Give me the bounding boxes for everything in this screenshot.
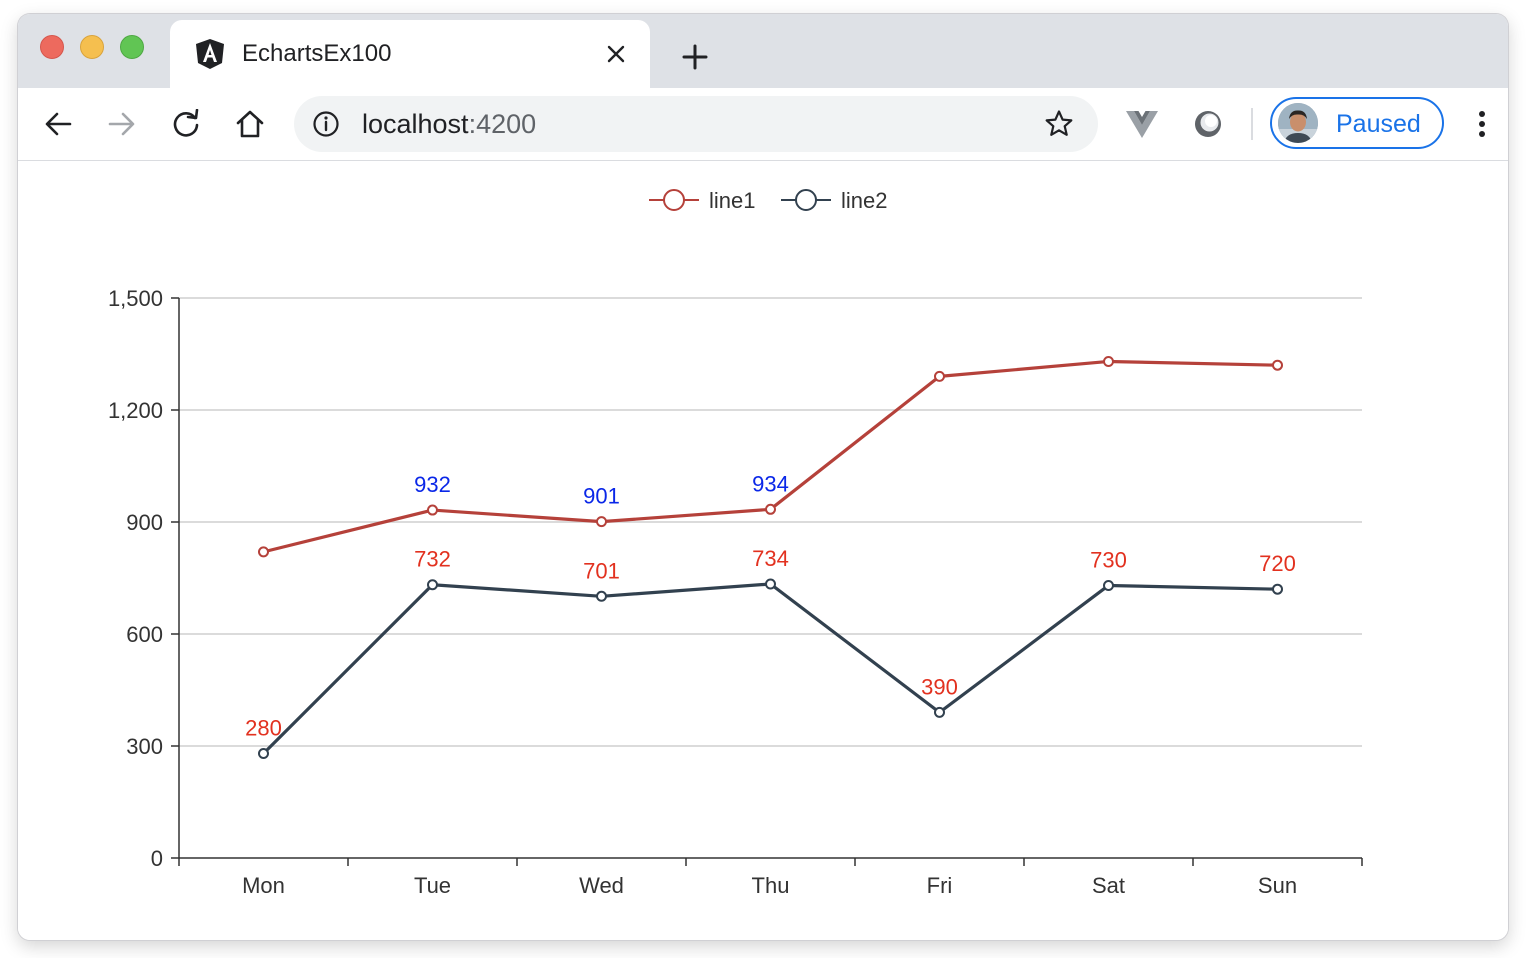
star-icon[interactable] xyxy=(1044,109,1074,139)
url-host: localhost xyxy=(362,109,469,139)
y-tick-label: 1,200 xyxy=(108,398,163,423)
x-tick-label: Thu xyxy=(752,873,790,898)
page-content: 0 300 600 900 1,200 1,500 Mon Tue Wed Thu Fri Sat Su… xyxy=(18,161,1508,940)
data-point-line1 xyxy=(1272,359,1283,371)
y-tick-label: 1,500 xyxy=(108,286,163,311)
arrow-right-icon[interactable] xyxy=(104,106,140,142)
browser-window: EchartsEx100 localhost:4200 Paused 0 300… xyxy=(18,14,1508,940)
data-label-line1: 934 xyxy=(752,471,789,496)
plus-icon[interactable] xyxy=(678,40,712,74)
x-tick-label: Wed xyxy=(579,873,624,898)
tab-title: EchartsEx100 xyxy=(242,40,392,67)
y-tick-label: 0 xyxy=(151,846,163,871)
browser-toolbar: localhost:4200 Paused xyxy=(18,88,1508,161)
window-close-button[interactable] xyxy=(40,35,64,59)
data-point-line2 xyxy=(1272,583,1283,595)
data-point-line1 xyxy=(427,504,438,516)
data-label-line2: 732 xyxy=(414,547,451,572)
angular-logo-icon xyxy=(194,38,226,70)
window-minimize-button[interactable] xyxy=(80,35,104,59)
close-icon[interactable] xyxy=(602,40,630,68)
kebab-menu-icon[interactable] xyxy=(1468,106,1496,142)
data-point-line2 xyxy=(765,578,776,590)
data-label-line2: 734 xyxy=(752,546,789,571)
data-label-line2: 730 xyxy=(1090,547,1127,572)
x-tick-label: Sat xyxy=(1092,873,1125,898)
tab-strip: EchartsEx100 xyxy=(18,14,1508,88)
profile-label: Paused xyxy=(1336,110,1421,138)
arrow-left-icon[interactable] xyxy=(40,106,76,142)
legend-marker-line2 xyxy=(795,189,817,211)
window-zoom-button[interactable] xyxy=(120,35,144,59)
data-point-line1 xyxy=(934,370,945,382)
data-point-line2 xyxy=(596,590,607,602)
y-tick-label: 900 xyxy=(126,510,163,535)
series-line-line1 xyxy=(263,359,1278,554)
x-tick-label: Fri xyxy=(927,873,953,898)
data-label-line1: 901 xyxy=(583,484,620,509)
data-point-line2 xyxy=(258,747,269,759)
toolbar-separator xyxy=(1251,108,1253,140)
extension-icon[interactable] xyxy=(1190,106,1226,142)
data-point-line2 xyxy=(1103,579,1114,591)
x-tick-label: Tue xyxy=(414,873,451,898)
data-point-line1 xyxy=(258,546,269,558)
data-point-line1 xyxy=(1103,355,1114,367)
avatar xyxy=(1278,103,1318,143)
browser-tab[interactable]: EchartsEx100 xyxy=(170,20,650,88)
x-tick-label: Mon xyxy=(242,873,285,898)
url-port: :4200 xyxy=(468,109,537,139)
data-point-line1 xyxy=(765,503,776,515)
profile-button[interactable]: Paused xyxy=(1270,97,1444,149)
info-icon[interactable] xyxy=(312,110,340,138)
home-icon[interactable] xyxy=(232,106,268,142)
url-text[interactable]: localhost:4200 xyxy=(362,109,536,140)
series-line-line2 xyxy=(262,582,1278,755)
data-label-line2: 280 xyxy=(245,715,282,740)
y-tick-label: 300 xyxy=(126,734,163,759)
legend-marker-line1 xyxy=(663,189,685,211)
data-point-line2 xyxy=(427,579,438,591)
legend-label-line2: line2 xyxy=(841,188,887,213)
y-tick-label: 600 xyxy=(126,622,163,647)
data-label-line2: 390 xyxy=(921,674,958,699)
legend-label-line1: line1 xyxy=(709,188,755,213)
data-point-line1 xyxy=(596,516,607,528)
data-label-line2: 701 xyxy=(583,558,620,583)
vue-devtools-icon[interactable] xyxy=(1124,106,1160,142)
line-chart: 0 300 600 900 1,200 1,500 Mon Tue Wed Thu Fri Sat Su… xyxy=(108,188,1363,898)
data-label-line1: 932 xyxy=(414,472,451,497)
data-label-line2: 720 xyxy=(1259,551,1296,576)
reload-icon[interactable] xyxy=(168,106,204,142)
data-point-line2 xyxy=(934,706,945,718)
x-tick-label: Sun xyxy=(1258,873,1297,898)
address-bar[interactable]: localhost:4200 xyxy=(294,96,1098,152)
